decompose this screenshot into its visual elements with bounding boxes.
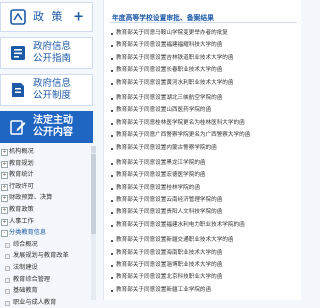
bullet-icon [111,57,113,60]
document-link[interactable]: 教育部关于同意设置北京科技职业大学的函 [110,271,297,283]
tree-subitem[interactable]: 教育综合管理 [0,274,90,286]
document-link[interactable]: 教育部关于同意桂林医学院更名为桂林医科大学的函 [110,117,297,129]
bullet-icon [111,45,113,48]
tree-item-classified-info[interactable]: - 分类教育信息 [0,227,90,239]
tree-item-budget[interactable]: + 财政预算、决算 [0,192,90,204]
document-link[interactable]: 教育部关于同意设置新疆工业学院的函 [110,284,297,296]
document-link[interactable]: 教育部关于同意设置福建福耀科技大学的函 [110,39,297,51]
expand-box-icon[interactable]: + [1,218,8,226]
document-link[interactable]: 教育部关于同意设置福建水利电力职业技术学院的函 [110,219,297,231]
scrollbar-thumb[interactable] [91,154,96,234]
bullet-icon [111,122,113,125]
tree-subitem[interactable]: 发展规划与教育改革 [0,250,90,262]
leaf-icon [5,289,10,295]
document-link[interactable]: 教育部关于同意设置淄博职业技术大学的函 [110,259,297,271]
document-link[interactable]: 教育部关于同意设置吉林铁道职业技术大学的函 [110,52,297,64]
category-tree: + 机构概况 + 教育规划 + 教育统计 + 行政许可 + 财政预算、决算 + 教育政策 +… [0,146,90,308]
expand-box-icon[interactable]: + [1,183,8,191]
leaf-icon [5,265,10,271]
bullet-icon [111,97,113,100]
document-link[interactable]: 教育部关于同意设置黄河水利职业技术大学的函 [110,77,297,89]
document-link[interactable]: 教育部关于同意设置宏德医学院的函 [110,169,297,181]
document-link[interactable]: 教育部关于同意马鞍山学院变更举办者的批复 [110,27,297,39]
guide-icon [11,46,25,60]
bullet-icon [111,135,113,138]
content-panel: 年度高等学校设置审批、备案结果 教育部关于同意马鞍山学院变更举办者的批复 教育部关… [103,0,301,300]
tree-subitem[interactable]: 综合概况 [0,239,90,251]
sidebar: 政 策 + 政府信息 公开指南 政府信息 公开制度 法定主动 公开内容 + 机构… [0,0,97,306]
tree-item-org-overview[interactable]: + 机构概况 [0,146,90,158]
expand-box-icon[interactable]: + [1,195,8,203]
tree-subitem[interactable]: 职业与成人教育 [0,297,90,308]
bullet-icon [111,33,113,35]
bullet-icon [111,110,113,113]
expand-box-icon[interactable]: + [1,206,8,214]
bullet-icon [111,212,113,215]
document-link[interactable]: 教育部关于同意设置黑龙江学院的函 [110,157,297,169]
disclosure-guide-label: 政府信息 公开指南 [33,41,72,64]
bullet-icon [111,70,113,73]
collapse-box-icon[interactable]: - [1,230,8,238]
disclosure-rules-label: 政府信息 公开制度 [33,78,72,101]
bullet-icon [111,252,113,255]
bullet-icon [111,224,113,227]
bullet-icon [111,265,113,268]
heading-divider [110,22,297,23]
tree-item-administrative-license[interactable]: + 行政许可 [0,181,90,193]
document-link[interactable]: 教育部关于同意设置山西医药学院的函 [110,104,297,116]
leaf-icon [5,277,10,283]
document-link[interactable]: 教育部关于同意广西警察学院更名为广西警察大学的函 [110,129,297,141]
section-heading: 年度高等学校设置审批、备案结果 [112,14,214,22]
mandatory-disclosure-link[interactable]: 法定主动 公开内容 [0,111,93,143]
expand-plus-icon[interactable]: + [73,10,84,25]
edit-document-icon [10,120,26,135]
document-link[interactable]: 教育部关于同意设置内蒙古警察学院的函 [110,142,297,154]
bullet-icon [111,187,113,190]
tree-item-personnel[interactable]: + 人事工作 [0,216,90,228]
policy-icon [10,9,26,25]
tree-subitem[interactable]: 法制建设 [0,262,90,274]
bullet-icon [111,82,113,85]
bullet-icon [111,175,113,178]
tree-scrollbar[interactable] [91,146,96,300]
bullet-icon [111,277,113,280]
expand-box-icon[interactable]: + [1,172,8,180]
disclosure-rules-link[interactable]: 政府信息 公开制度 [0,74,93,106]
bullet-icon [111,240,113,243]
disclosure-guide-link[interactable]: 政府信息 公开指南 [0,37,93,69]
document-icon [12,83,24,97]
policy-menu[interactable]: 政 策 + [0,2,93,32]
leaf-icon [5,300,10,306]
document-link[interactable]: 教育部关于同意设置贵阳人文科技学院的函 [110,206,297,218]
document-link[interactable]: 教育部关于同意设置长春职业技术大学的函 [110,64,297,76]
mandatory-disclosure-label: 法定主动 公开内容 [33,115,73,138]
bullet-icon [111,289,113,292]
tree-item-education-policy[interactable]: + 教育政策 [0,204,90,216]
expand-box-icon[interactable]: + [1,149,8,156]
document-link[interactable]: 教育部关于同意设置新疆交通职业技术大学的函 [110,234,297,246]
document-list: 教育部关于同意马鞍山学院变更举办者的批复 教育部关于同意设置福建福耀科技大学的函教… [110,27,297,296]
document-link[interactable]: 教育部关于同意设置桂林学院的函 [110,182,297,194]
leaf-icon [5,242,10,248]
document-link[interactable]: 教育部关于同意设置海南职业技术大学的函 [110,247,297,259]
tree-subitem[interactable]: 基础教育 [0,285,90,297]
bullet-icon [111,200,113,203]
bullet-icon [111,147,113,150]
leaf-icon [5,254,10,260]
document-link[interactable]: 教育部关于同意设置云南经济管理学院的函 [110,194,297,206]
bullet-icon [111,162,113,165]
tree-item-education-statistics[interactable]: + 教育统计 [0,169,90,181]
document-link[interactable]: 教育部关于同意设置湖北三峡航空学院的函 [110,92,297,104]
expand-box-icon[interactable]: + [1,160,8,168]
scroll-up-arrow-icon[interactable] [91,146,96,153]
tree-item-education-planning[interactable]: + 教育规划 [0,158,90,170]
